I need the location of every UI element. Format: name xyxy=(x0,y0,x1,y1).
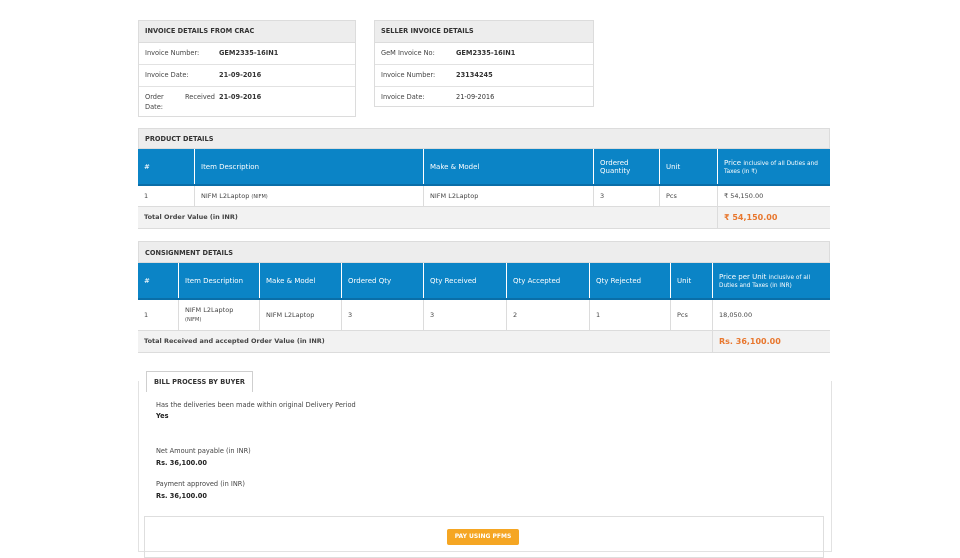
consignment-col-num: # xyxy=(138,263,179,300)
consignment-cell-received: 3 xyxy=(423,299,507,331)
seller-invoice-number-row: Invoice Number: 23134245 xyxy=(375,65,593,87)
product-cell-price: ₹ 54,150.00 xyxy=(717,185,830,207)
consignment-details-table: # Item Description Make & Model Ordered … xyxy=(138,263,830,353)
consignment-cell-price: 18,050.00 xyxy=(712,299,830,331)
consignment-cell-accepted: 2 xyxy=(506,299,590,331)
pay-using-pfms-button[interactable]: PAY USING PFMS xyxy=(447,529,519,545)
seller-invoice-title: SELLER INVOICE DETAILS xyxy=(375,21,593,43)
crac-invoice-number-value: GEM2335-16IN1 xyxy=(219,49,279,57)
product-col-price-label: Price xyxy=(724,158,742,167)
crac-order-received-value: 21-09-2016 xyxy=(219,93,262,101)
consignment-col-price-label: Price per Unit xyxy=(719,272,767,281)
product-total-value: ₹ 54,150.00 xyxy=(717,206,830,229)
consignment-col-unit: Unit xyxy=(670,263,713,300)
product-cell-num: 1 xyxy=(138,185,195,207)
seller-invoice-number-value: 23134245 xyxy=(456,71,493,79)
consignment-col-ordered: Ordered Qty xyxy=(341,263,424,300)
table-row: 1 NIFM L2Laptop (NIFM) NIFM L2Laptop 3 3… xyxy=(138,299,830,331)
crac-invoice-date-row: Invoice Date: 21-09-2016 xyxy=(139,65,355,87)
consignment-cell-rejected: 1 xyxy=(589,299,671,331)
consignment-col-item: Item Description xyxy=(178,263,260,300)
crac-order-received-row: Order Received Date: 21-09-2016 xyxy=(139,87,355,117)
product-col-unit: Unit xyxy=(659,149,718,186)
crac-order-received-label: Order Received Date: xyxy=(145,93,215,111)
crac-invoice-date-label: Invoice Date: xyxy=(145,71,189,79)
table-row: 1 NIFM L2Laptop (NIFM) NIFM L2Laptop 3 P… xyxy=(138,185,830,207)
consignment-details-title: CONSIGNMENT DETAILS xyxy=(145,249,233,257)
consignment-cell-ordered: 3 xyxy=(341,299,424,331)
consignment-col-accepted: Qty Accepted xyxy=(506,263,590,300)
consignment-item-note: (NIFM) xyxy=(185,317,202,324)
product-details-table: # Item Description Make & Model Ordered … xyxy=(138,149,830,229)
product-table-header-row: # Item Description Make & Model Ordered … xyxy=(138,149,830,186)
product-col-num: # xyxy=(138,149,195,186)
payment-approved-value: Rs. 36,100.00 xyxy=(156,492,207,500)
consignment-col-received: Qty Received xyxy=(423,263,507,300)
bill-process-tab[interactable]: BILL PROCESS BY BUYER xyxy=(146,371,253,392)
consignment-cell-num: 1 xyxy=(138,299,179,331)
consignment-total-label: Total Received and accepted Order Value … xyxy=(138,330,713,353)
net-amount-value: Rs. 36,100.00 xyxy=(156,459,207,467)
consignment-col-make: Make & Model xyxy=(259,263,342,300)
payment-approved-label: Payment approved (in INR) xyxy=(156,480,245,488)
consignment-cell-make: NIFM L2Laptop xyxy=(259,299,342,331)
net-amount-label: Net Amount payable (in INR) xyxy=(156,447,251,455)
consignment-col-price: Price per Unit inclusive of all Duties a… xyxy=(712,263,830,300)
seller-invoice-date-value: 21-09-2016 xyxy=(456,93,495,101)
seller-gem-invoice-row: GeM Invoice No: GEM2335-16IN1 xyxy=(375,43,593,65)
product-col-make: Make & Model xyxy=(423,149,594,186)
seller-invoice-date-label: Invoice Date: xyxy=(381,93,425,101)
crac-invoice-number-row: Invoice Number: GEM2335-16IN1 xyxy=(139,43,355,65)
product-details-title: PRODUCT DETAILS xyxy=(145,135,214,143)
consignment-table-header-row: # Item Description Make & Model Ordered … xyxy=(138,263,830,300)
delivery-period-answer: Yes xyxy=(156,412,169,420)
seller-invoice-panel: SELLER INVOICE DETAILS GeM Invoice No: G… xyxy=(374,20,594,107)
product-col-item: Item Description xyxy=(194,149,424,186)
product-item-name: NIFM L2Laptop xyxy=(201,191,250,200)
product-cell-item: NIFM L2Laptop (NIFM) xyxy=(194,185,424,207)
consignment-details-header: CONSIGNMENT DETAILS xyxy=(138,241,830,263)
seller-invoice-number-label: Invoice Number: xyxy=(381,71,436,79)
seller-gem-invoice-value: GEM2335-16IN1 xyxy=(456,49,516,57)
consignment-col-rejected: Qty Rejected xyxy=(589,263,671,300)
product-item-note: (NIFM) xyxy=(251,193,268,200)
seller-invoice-date-row: Invoice Date: 21-09-2016 xyxy=(375,87,593,108)
product-cell-unit: Pcs xyxy=(659,185,718,207)
consignment-total-row: Total Received and accepted Order Value … xyxy=(138,330,830,353)
consignment-item-name: NIFM L2Laptop xyxy=(185,306,234,315)
product-total-label: Total Order Value (in INR) xyxy=(138,206,718,229)
invoice-details-crac-title: INVOICE DETAILS FROM CRAC xyxy=(139,21,355,43)
consignment-cell-item: NIFM L2Laptop (NIFM) xyxy=(178,299,260,331)
product-col-ordered-qty: Ordered Quantity xyxy=(593,149,660,186)
product-col-price: Price inclusive of all Duties and Taxes … xyxy=(717,149,830,186)
invoice-details-crac-panel: INVOICE DETAILS FROM CRAC Invoice Number… xyxy=(138,20,356,117)
seller-gem-invoice-label: GeM Invoice No: xyxy=(381,49,435,57)
consignment-total-value: Rs. 36,100.00 xyxy=(712,330,830,353)
product-details-header: PRODUCT DETAILS xyxy=(138,128,830,149)
product-cell-make: NIFM L2Laptop xyxy=(423,185,594,207)
product-cell-qty: 3 xyxy=(593,185,660,207)
crac-invoice-date-value: 21-09-2016 xyxy=(219,71,262,79)
crac-invoice-number-label: Invoice Number: xyxy=(145,49,200,57)
delivery-period-question: Has the deliveries been made within orig… xyxy=(156,401,356,409)
product-total-row: Total Order Value (in INR) ₹ 54,150.00 xyxy=(138,206,830,229)
consignment-cell-unit: Pcs xyxy=(670,299,713,331)
